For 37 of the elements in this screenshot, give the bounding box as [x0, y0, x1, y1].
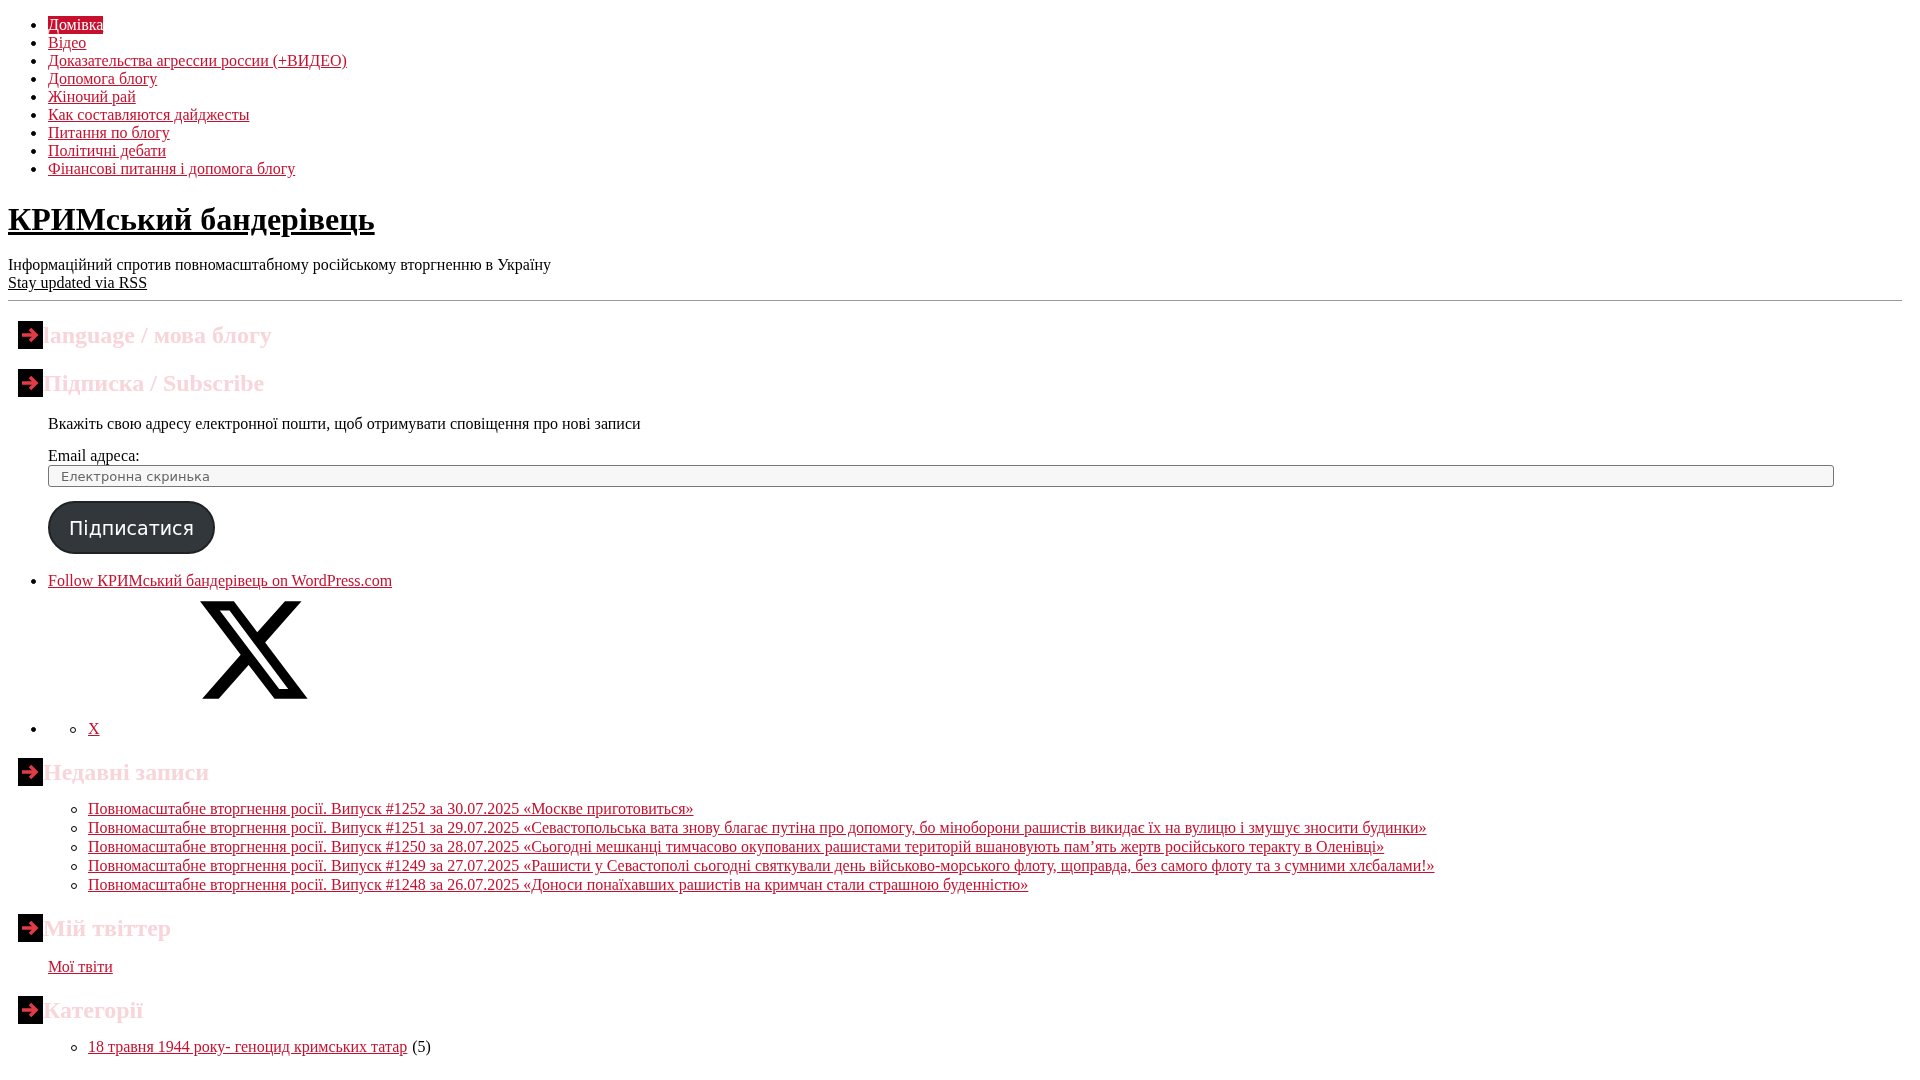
- bullet-icon: [31, 41, 36, 46]
- rss-link[interactable]: Stay updated via RSS: [8, 274, 148, 292]
- bullet-icon: [31, 167, 36, 172]
- category-count: (5): [412, 1038, 431, 1056]
- nav-link[interactable]: Політичні дебати: [48, 142, 166, 160]
- subscribe-button[interactable]: Підписатися: [48, 501, 215, 554]
- bullet-icon: [31, 579, 36, 584]
- x-link[interactable]: X: [88, 720, 100, 738]
- category-link[interactable]: 18 травня 1944 року- геноцид кримських татар: [88, 1038, 408, 1056]
- nav-link[interactable]: Доказательства агрессии россии (+ВИДЕО): [48, 52, 347, 70]
- tweets-link[interactable]: Мої твіти: [48, 958, 113, 975]
- post-link[interactable]: Повномасштабне вторгнення росії. Випуск #1251 за 29.07.2025 «Севастопольська вата знову благає путіна про допомогу, бо міноборони рашистів викидає їх на вулицю і змушує зносити будинки»: [88, 819, 1427, 837]
- email-label: Email адреса:: [48, 447, 141, 465]
- post-link[interactable]: Повномасштабне вторгнення росії. Випуск #1252 за 30.07.2025 «Москве приготовиться»: [88, 800, 694, 818]
- bullet-icon: [31, 77, 36, 82]
- bullet-icon: [31, 149, 36, 154]
- subscribe-text: Вкажіть свою адресу електронної пошти, щоб отримувати сповіщення про нові записи: [48, 415, 642, 433]
- nav-link[interactable]: Питання по блогу: [48, 124, 170, 142]
- nav-link[interactable]: Допомога блогу: [48, 70, 158, 88]
- nav-link[interactable]: Домівка: [48, 16, 104, 34]
- bullet-icon: [31, 95, 36, 100]
- bullet-icon: [31, 113, 36, 118]
- nav-link[interactable]: Жіночий рай: [48, 88, 136, 106]
- post-link[interactable]: Повномасштабне вторгнення росії. Випуск #1248 за 26.07.2025 «Доноси понаїхавших рашистів на кримчан стали страшною буденністю»: [88, 876, 1029, 894]
- bullet-icon: [31, 727, 36, 732]
- site-title[interactable]: КРИМський бандерівець: [8, 201, 375, 238]
- nav-link[interactable]: Відео: [48, 34, 87, 52]
- nav-link[interactable]: Фінансові питання і допомога блогу: [48, 160, 296, 178]
- bullet-icon: [31, 131, 36, 136]
- post-link[interactable]: Повномасштабне вторгнення росії. Випуск #1249 за 27.07.2025 «Рашисти у Севастополі сьогодні святкували день військово-морського флоту, щоправда, без самого флоту та з сумними хлєбалами!»: [88, 857, 1435, 875]
- site-tagline: Інформаційний спротив повномасштабному російському вторгненню в Україну: [8, 256, 551, 274]
- bullet-icon: [31, 59, 36, 64]
- post-link[interactable]: Повномасштабне вторгнення росії. Випуск #1250 за 28.07.2025 «Сьогодні мешканці тимчасово окупованих рашистами територій вшановують памʼять жертв російського теракту в Оленівці»: [88, 838, 1385, 856]
- follow-link[interactable]: Follow КРИМський бандерівець on WordPress.com: [48, 572, 393, 590]
- bullet-icon: [31, 23, 36, 28]
- nav-link[interactable]: Как составляются дайджесты: [48, 106, 250, 124]
- email-field[interactable]: Електронна скринька: [48, 465, 1834, 487]
